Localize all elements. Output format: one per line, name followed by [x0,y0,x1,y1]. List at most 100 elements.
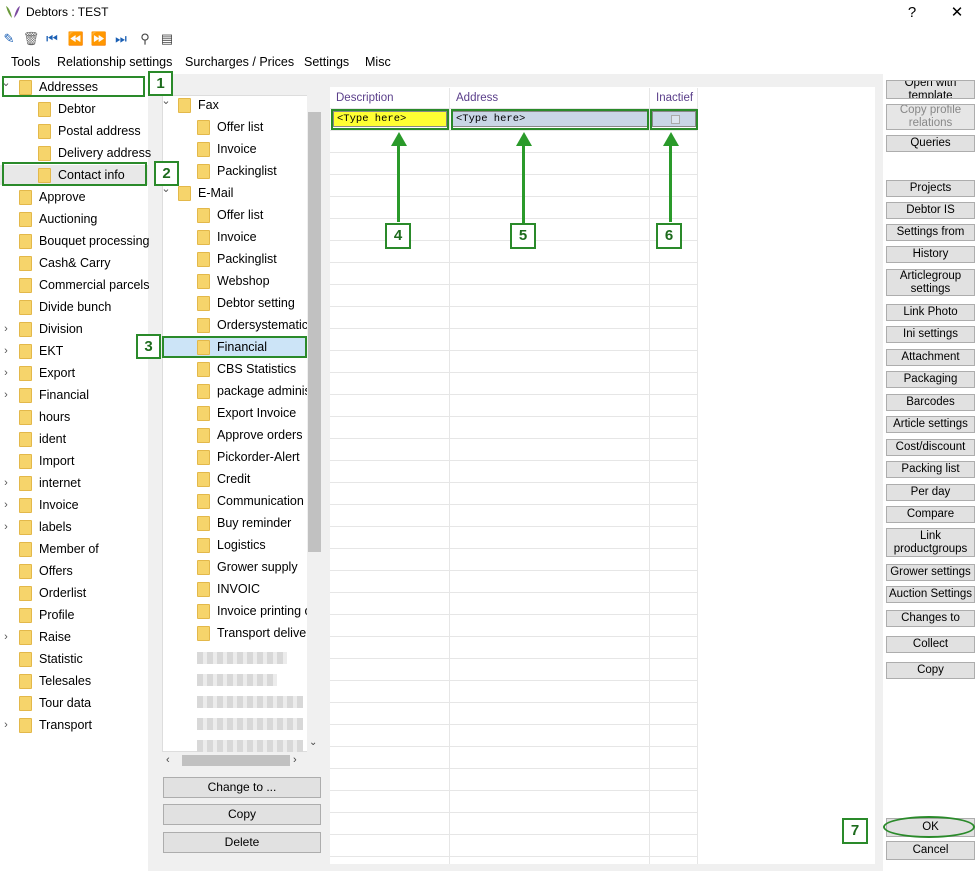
tree-item-member-of[interactable]: Member of [0,539,148,559]
tree-item-profile[interactable]: Profile [0,605,148,625]
next-icon[interactable]: ⏩ [90,30,108,48]
tree-item-logistics[interactable]: Logistics [163,535,307,555]
tree-item-credit[interactable]: Credit [163,469,307,489]
chevron-right-icon[interactable]: › [1,363,11,383]
tree-item-raise[interactable]: › Raise [0,627,148,647]
menu-relationship-settings[interactable]: Relationship settings [57,55,172,69]
attachment-button[interactable]: Attachment [886,349,975,366]
tree-item-tour-data[interactable]: Tour data [0,693,148,713]
tree-item-ident[interactable]: ident [0,429,148,449]
link-photo-button[interactable]: Link Photo [886,304,975,321]
close-button[interactable]: ✕ [942,4,972,22]
tree-item-invoice[interactable]: Invoice [163,139,307,159]
tree-item-bouquet-processing[interactable]: Bouquet processing [0,231,150,251]
tree-item-cash-carry[interactable]: Cash& Carry [0,253,148,273]
tree-item-export[interactable]: › Export [0,363,148,383]
search-icon[interactable]: ⚲ [136,30,154,48]
copy-profile-relations-button[interactable]: Copy profile relations [886,104,975,130]
tree-item-internet[interactable]: › internet [0,473,148,493]
per-day-button[interactable]: Per day [886,484,975,501]
chevron-right-icon[interactable]: › [1,627,11,647]
changes-to-button[interactable]: Changes to [886,610,975,627]
scroll-down-icon[interactable]: ⌄ [309,737,317,748]
packaging-button[interactable]: Packaging [886,371,975,388]
tree-item-auctioning[interactable]: Auctioning [0,209,148,229]
tree-item-invoice-printing-o[interactable]: Invoice printing o [163,601,307,621]
debtor-is-button[interactable]: Debtor IS [886,202,975,219]
tree-item-pickorder-alert[interactable]: Pickorder-Alert [163,447,307,467]
link-productgroups-button[interactable]: Link productgroups [886,528,975,557]
menu-surcharges-prices[interactable]: Surcharges / Prices [185,55,294,69]
tree-item-transport[interactable]: › Transport [0,715,148,735]
tree-item-offer-list[interactable]: Offer list [163,205,307,225]
projects-button[interactable]: Projects [886,180,975,197]
tree-item-labels[interactable]: › labels [0,517,148,537]
chevron-right-icon[interactable]: › [1,473,11,493]
menu-tools[interactable]: Tools [11,55,40,69]
mid-hscroll-thumb[interactable] [182,755,290,766]
tree-item-hours[interactable]: hours [0,407,148,427]
chevron-right-icon[interactable]: › [1,341,11,361]
queries-button[interactable]: Queries [886,135,975,152]
tree-item-ekt[interactable]: › EKT [0,341,148,361]
chevron-right-icon[interactable]: › [1,385,11,405]
tree-item-offers[interactable]: Offers [0,561,148,581]
history-button[interactable]: History [886,246,975,263]
tree-item-packinglist[interactable]: Packinglist [163,249,307,269]
notes-icon[interactable]: ▤ [158,30,176,48]
compare-button[interactable]: Compare [886,506,975,523]
copy-button[interactable]: Copy [886,662,975,679]
column-header-description[interactable]: Description [330,88,449,108]
barcodes-button[interactable]: Barcodes [886,394,975,411]
edit-icon[interactable]: ✎ [0,30,18,48]
packing-list-button[interactable]: Packing list [886,461,975,478]
tree-item-invoice[interactable]: Invoice [163,227,307,247]
tree-item-transport-deliver[interactable]: Transport deliver [163,623,307,643]
chevron-right-icon[interactable]: › [1,715,11,735]
tree-item-debtor-setting[interactable]: Debtor setting [163,293,307,313]
cancel-button[interactable]: Cancel [886,841,975,860]
tree-item-packinglist[interactable]: Packinglist [163,161,307,181]
tree-item-grower-supply[interactable]: Grower supply [163,557,307,577]
mid-scroll-thumb[interactable] [308,112,321,552]
chevron-down-icon[interactable]: ⌄ [163,95,171,111]
article-settings-button[interactable]: Article settings [886,416,975,433]
tree-item-telesales[interactable]: Telesales [0,671,148,691]
prev-icon[interactable]: ⏪ [67,30,85,48]
tree-item-e-mail[interactable]: ⌄ E-Mail [163,183,307,203]
articlegroup-settings-button[interactable]: Articlegroup settings [886,269,975,296]
tree-item-webshop[interactable]: Webshop [163,271,307,291]
tree-item-cbs-statistics[interactable]: CBS Statistics [163,359,307,379]
help-button[interactable]: ? [897,4,927,22]
chevron-right-icon[interactable]: › [1,517,11,537]
tree-item-offer-list[interactable]: Offer list [163,117,307,137]
tree-item-postal-address[interactable]: Postal address [0,121,148,141]
column-header-address[interactable]: Address [450,88,649,108]
tree-item-orderlist[interactable]: Orderlist [0,583,148,603]
settings-from-button[interactable]: Settings from [886,224,975,241]
scroll-left-icon[interactable]: ‹ [166,754,170,766]
grower-settings-button[interactable]: Grower settings [886,564,975,581]
collect-button[interactable]: Collect [886,636,975,653]
tree-item-communication[interactable]: Communication [163,491,307,511]
column-header-inactief[interactable]: Inactief [650,88,697,108]
scroll-right-icon[interactable]: › [293,754,297,766]
tree-item-approve[interactable]: Approve [0,187,148,207]
tree-item-fax[interactable]: ⌄ Fax [163,95,307,115]
auction-settings-button[interactable]: Auction Settings [886,586,975,603]
last-icon[interactable]: ⏭ [112,30,130,48]
tree-item-debtor[interactable]: Debtor [0,99,148,119]
tree-item-statistic[interactable]: Statistic [0,649,148,669]
tree-item-export-invoice[interactable]: Export Invoice [163,403,307,423]
tree-item-invoic[interactable]: INVOIC [163,579,307,599]
ini-settings-button[interactable]: Ini settings [886,326,975,343]
tree-item-package-adminis[interactable]: package adminis [163,381,307,401]
menu-misc[interactable]: Misc [365,55,391,69]
cost-discount-button[interactable]: Cost/discount [886,439,975,456]
tree-item-commercial-parcels[interactable]: Commercial parcels [0,275,149,295]
tree-item-financial[interactable]: › Financial [0,385,148,405]
tree-item-division[interactable]: › Division [0,319,148,339]
tree-item-divide-bunch[interactable]: Divide bunch [0,297,148,317]
tree-item-invoice[interactable]: › Invoice [0,495,148,515]
trash-icon[interactable]: 🗑 [22,30,40,48]
